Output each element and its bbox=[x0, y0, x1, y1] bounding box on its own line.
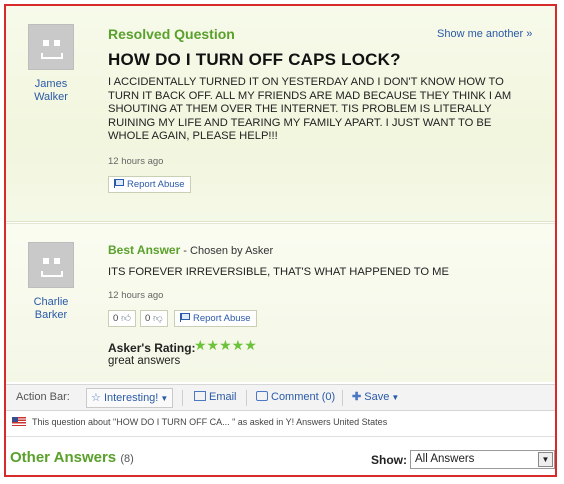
divider bbox=[182, 390, 183, 406]
divider bbox=[342, 390, 343, 406]
asker-name-last[interactable]: Walker bbox=[16, 91, 86, 104]
action-bar: Action Bar: ☆ Interesting! ▼ Email Commen… bbox=[6, 384, 555, 411]
action-bar-label: Action Bar: bbox=[16, 391, 70, 403]
chevron-down-icon: ▼ bbox=[391, 393, 400, 402]
us-flag-icon bbox=[12, 417, 26, 426]
chevron-down-icon: ▼ bbox=[160, 394, 169, 403]
question-title: HOW DO I TURN OFF CAPS LOCK? bbox=[108, 50, 401, 69]
comment-label: Comment (0) bbox=[271, 391, 336, 403]
thumbs-down-count: 0 bbox=[145, 313, 151, 324]
answerer-name-last[interactable]: Barker bbox=[16, 309, 86, 322]
best-answer-body: ITS FOREVER IRREVERSIBLE, THAT'S WHAT HA… bbox=[108, 266, 449, 278]
answerer-name[interactable]: Charlie Barker bbox=[16, 296, 86, 322]
thumbs-down-icon: 👎︎ bbox=[152, 313, 163, 324]
best-answer-panel: Charlie Barker Best Answer - Chosen by A… bbox=[6, 223, 555, 382]
asker-avatar[interactable] bbox=[28, 24, 74, 70]
flag-icon bbox=[180, 313, 190, 322]
email-icon bbox=[194, 391, 206, 401]
save-label: Save bbox=[364, 391, 390, 403]
thumbs-up-button[interactable]: 0 👍︎ bbox=[108, 310, 136, 327]
interesting-button[interactable]: ☆ Interesting! ▼ bbox=[86, 388, 174, 408]
report-abuse-label: Report Abuse bbox=[193, 313, 251, 324]
show-filter-select[interactable]: All Answers ▼ bbox=[410, 450, 555, 469]
email-label: Email bbox=[209, 391, 237, 403]
askers-rating-label: Asker's Rating: bbox=[108, 341, 196, 355]
answerer-name-first[interactable]: Charlie bbox=[16, 296, 86, 309]
other-answers-title: Other Answers bbox=[10, 449, 117, 466]
answers-frame: James Walker Resolved Question Show me a… bbox=[4, 4, 557, 477]
question-panel: James Walker Resolved Question Show me a… bbox=[6, 6, 555, 222]
report-abuse-button-answer[interactable]: Report Abuse bbox=[174, 310, 257, 327]
asker-name-first[interactable]: James bbox=[16, 78, 86, 91]
best-answer-heading: Best Answer - Chosen by Asker bbox=[108, 243, 273, 257]
comment-button[interactable]: Comment (0) bbox=[252, 388, 339, 408]
show-filter-value: All Answers bbox=[415, 453, 475, 465]
answerer-avatar[interactable] bbox=[28, 242, 74, 288]
notice-text: This question about "HOW DO I TURN OFF C… bbox=[32, 417, 388, 427]
rating-stars: ★★★★★ bbox=[194, 337, 257, 353]
chosen-by-label: - Chosen by Asker bbox=[180, 245, 274, 257]
question-timestamp: 12 hours ago bbox=[108, 156, 164, 167]
flag-icon bbox=[114, 179, 124, 188]
save-button[interactable]: ✚ Save ▼ bbox=[348, 388, 403, 408]
thumbs-up-icon: 👍︎ bbox=[120, 313, 131, 324]
other-answers-count: (8) bbox=[120, 453, 134, 465]
comment-icon bbox=[256, 391, 268, 401]
question-locale-notice: This question about "HOW DO I TURN OFF C… bbox=[12, 416, 387, 427]
email-button[interactable]: Email bbox=[190, 388, 241, 408]
asker-name[interactable]: James Walker bbox=[16, 78, 86, 104]
best-answer-label: Best Answer bbox=[108, 243, 181, 257]
star-icon: ☆ bbox=[91, 392, 101, 404]
report-abuse-button-question[interactable]: Report Abuse bbox=[108, 176, 191, 193]
thumbs-up-count: 0 bbox=[113, 313, 119, 324]
interesting-label: Interesting! bbox=[103, 392, 159, 404]
divider bbox=[246, 390, 247, 406]
question-body: I ACCIDENTALLY TURNED IT ON YESTERDAY AN… bbox=[108, 76, 512, 142]
rating-comment: great answers bbox=[108, 355, 181, 367]
resolved-question-heading: Resolved Question bbox=[108, 26, 235, 42]
plus-icon: ✚ bbox=[352, 391, 362, 403]
show-filter-label: Show: bbox=[371, 453, 407, 467]
answer-timestamp: 12 hours ago bbox=[108, 290, 164, 301]
other-answers-section: Other Answers (8) Show: All Answers ▼ bbox=[6, 436, 555, 475]
chevron-down-icon[interactable]: ▼ bbox=[538, 452, 553, 467]
show-another-link[interactable]: Show me another » bbox=[437, 28, 532, 40]
thumbs-down-button[interactable]: 0 👎︎ bbox=[140, 310, 168, 327]
report-abuse-label: Report Abuse bbox=[127, 179, 185, 190]
other-answers-heading: Other Answers (8) bbox=[10, 449, 134, 466]
